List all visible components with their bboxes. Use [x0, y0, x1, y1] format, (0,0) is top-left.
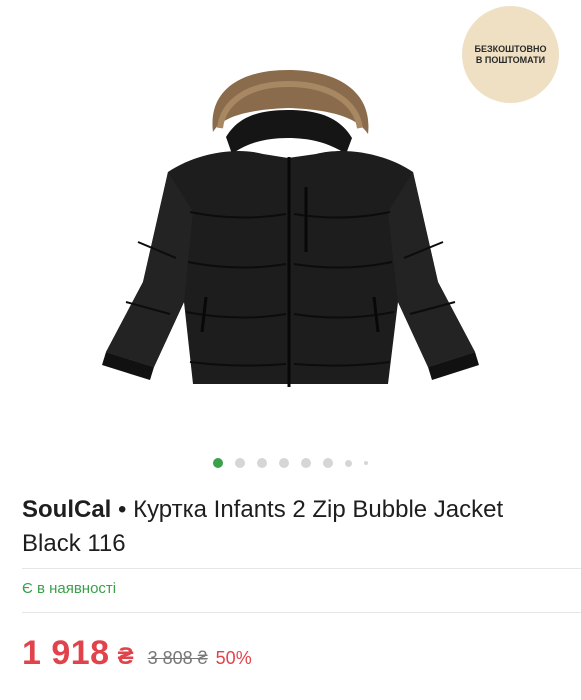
free-delivery-badge: БЕЗКОШТОВНО В ПОШТОМАТИ	[462, 6, 559, 103]
current-price: 1 918	[22, 634, 110, 672]
price-block: 1 918 ₴ 3 808 ₴ 50%	[22, 634, 252, 673]
gallery-pagination	[0, 458, 581, 468]
product-brand: SoulCal	[22, 496, 112, 523]
jacket-image	[102, 70, 479, 387]
gallery-dot-1[interactable]	[213, 458, 223, 468]
product-title: SoulCal • Куртка Infants 2 Zip Bubble Ja…	[22, 493, 522, 561]
gallery-dot-5[interactable]	[301, 458, 311, 468]
gallery-dot-8[interactable]	[364, 461, 368, 465]
badge-line2: В ПОШТОМАТИ	[475, 54, 546, 65]
product-gallery[interactable]: БЕЗКОШТОВНО В ПОШТОМАТИ	[0, 0, 581, 480]
gallery-dot-2[interactable]	[235, 458, 245, 468]
currency-symbol: ₴	[117, 643, 134, 670]
old-price: 3 808 ₴	[147, 648, 208, 668]
badge-line1: БЕЗКОШТОВНО	[474, 43, 547, 54]
gallery-dot-7[interactable]	[345, 459, 352, 467]
divider	[22, 568, 581, 569]
divider	[22, 612, 581, 613]
title-separator: •	[111, 496, 134, 523]
gallery-dot-3[interactable]	[257, 458, 267, 468]
gallery-dot-4[interactable]	[279, 458, 289, 468]
discount-percent: 50%	[215, 648, 252, 668]
gallery-dot-6[interactable]	[323, 458, 333, 468]
stock-status: Є в наявності	[22, 580, 117, 597]
